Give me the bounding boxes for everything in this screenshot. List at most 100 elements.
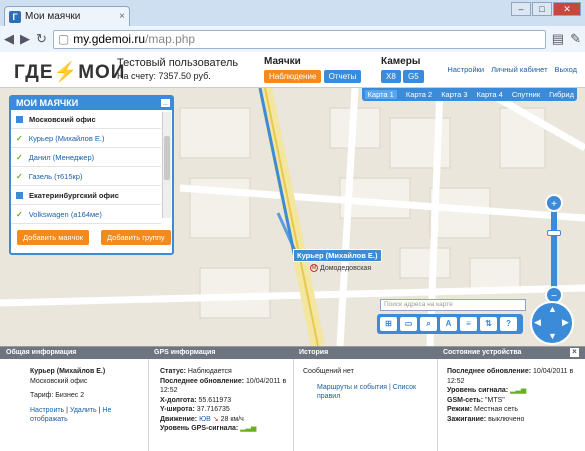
device-tariff: Тариф: Бизнес 2	[30, 392, 85, 399]
search-address-icon[interactable]: A	[440, 317, 457, 331]
history-links[interactable]: Маршруты и события | Список правил	[303, 383, 433, 402]
history-text: Сообщений нет	[303, 368, 354, 375]
item-label: Газель (т615кр)	[28, 171, 83, 181]
list-item[interactable]: ✓ Volkswagen (а164ме)	[11, 205, 161, 224]
logo[interactable]: ГДЕ⚡МОИ	[14, 60, 125, 84]
group-row[interactable]: Екатеринбургский офис	[11, 186, 161, 205]
minimize-button[interactable]: –	[511, 2, 531, 16]
pan-right-icon[interactable]: ▶	[562, 317, 569, 328]
move-direction: ЮВ	[199, 415, 211, 423]
tab-close-icon[interactable]: ×	[119, 11, 125, 22]
dev-signal-icon: ▂▃▅	[510, 387, 527, 394]
beacons-title: Маячки	[264, 56, 301, 67]
cameras-section: Камеры X8 G5	[381, 56, 424, 83]
pan-control[interactable]: ▲ ▼ ◀ ▶	[530, 301, 574, 345]
vehicle-marker-label[interactable]: Курьер (Михайлов Е.)	[293, 249, 382, 262]
user-name: Тестовый пользователь	[117, 57, 239, 69]
user-info: Тестовый пользователь На счету: 7357.50 …	[117, 57, 238, 81]
item-label: Курьер (Михайлов Е.)	[28, 133, 105, 143]
tab-satellite[interactable]: Спутник	[512, 90, 540, 99]
reload-icon[interactable]: ↻	[36, 31, 47, 47]
add-group-button[interactable]: Добавить группу	[100, 230, 171, 245]
general-info-header: Общая информация	[6, 349, 77, 356]
mode-value: Местная сеть	[474, 406, 519, 413]
device-office: Московский офис	[30, 377, 88, 385]
forward-icon[interactable]: ▶	[20, 31, 30, 47]
pan-down-icon[interactable]: ▼	[548, 331, 557, 341]
tab-map2[interactable]: Карта 2	[406, 90, 432, 99]
gps-signal-label: Уровень GPS-сигнала:	[160, 425, 239, 432]
info-bar: Общая информация GPS информация История …	[0, 346, 585, 451]
panel-scrollbar[interactable]	[162, 112, 171, 218]
mode-label: Режим:	[447, 406, 473, 413]
logout-link[interactable]: Выход	[555, 65, 577, 74]
traffic-icon[interactable]: ⇅	[480, 317, 497, 331]
panel-title-text: МОИ МАЯЧКИ	[16, 98, 79, 108]
pan-up-icon[interactable]: ▲	[548, 304, 557, 314]
settings-link[interactable]: Настройки	[447, 65, 484, 74]
gps-info: Статус: Наблюдается Последнее обновление…	[160, 367, 290, 434]
close-info-icon[interactable]: ×	[570, 348, 579, 357]
check-icon[interactable]: ✓	[16, 134, 23, 143]
browser-chrome: Г Мои маячки × – □ ✕ ◀ ▶ ↻ ▢ my.gdemoi.r…	[0, 0, 585, 52]
beacons-section: Маячки Наблюдение Отчеты	[264, 56, 362, 83]
reports-button[interactable]: Отчеты	[323, 70, 362, 83]
scroll-thumb[interactable]	[164, 136, 170, 180]
check-icon[interactable]: ✓	[16, 153, 23, 162]
tab-hybrid[interactable]: Гибрид	[549, 90, 574, 99]
metro-icon: M	[310, 264, 318, 272]
history-info: Сообщений нет Маршруты и события | Списо…	[303, 367, 433, 402]
tab-title: Мои маячки	[25, 11, 81, 22]
pan-left-icon[interactable]: ◀	[534, 317, 541, 328]
close-window-button[interactable]: ✕	[553, 2, 581, 16]
history-header: История	[299, 349, 329, 356]
url-input[interactable]: ▢ my.gdemoi.ru/map.php	[52, 29, 546, 49]
signal-bars-icon: ▂▃▅	[240, 425, 257, 432]
list-item[interactable]: ✓ Газель (т615кр)	[11, 167, 161, 186]
group-icon	[16, 191, 23, 199]
page-menu-icon[interactable]: ▤	[552, 31, 564, 47]
device-state-header: Состояние устройства	[443, 349, 522, 356]
zoom-slider-knob[interactable]	[547, 230, 561, 236]
configure-link[interactable]: Настроить	[30, 407, 64, 414]
observe-button[interactable]: Наблюдение	[264, 70, 322, 83]
move-label: Движение:	[160, 415, 198, 423]
zoom-area-icon[interactable]: ⌕	[420, 317, 437, 331]
gps-info-header: GPS информация	[154, 349, 216, 356]
camera-g5-button[interactable]: G5	[403, 70, 424, 83]
maximize-button[interactable]: □	[532, 2, 552, 16]
scale-tool-icon[interactable]: ⊞	[380, 317, 397, 331]
cabinet-link[interactable]: Личный кабинет	[491, 65, 547, 74]
browser-tab[interactable]: Г Мои маячки ×	[4, 6, 130, 26]
minimize-panel-icon[interactable]: _	[161, 98, 170, 107]
tab-map1[interactable]: Карта 1	[364, 90, 397, 99]
cameras-title: Камеры	[381, 56, 421, 67]
list-item[interactable]: ✓ Курьер (Михайлов Е.)	[11, 129, 161, 148]
layers-icon[interactable]: ≡	[460, 317, 477, 331]
user-balance: На счету: 7357.50 руб.	[117, 71, 211, 81]
updated-label: Последнее обновление:	[160, 377, 245, 385]
tab-map3[interactable]: Карта 3	[441, 90, 467, 99]
group-row[interactable]: Московский офис	[11, 110, 161, 129]
map-search-input[interactable]: Поиск адреса на карте	[380, 299, 526, 311]
camera-x8-button[interactable]: X8	[381, 70, 401, 83]
ruler-tool-icon[interactable]: ▭	[400, 317, 417, 331]
zoom-in-icon[interactable]: +	[545, 194, 563, 212]
tab-map4[interactable]: Карта 4	[477, 90, 503, 99]
gsm-value: "MTS"	[485, 396, 505, 404]
delete-link[interactable]: Удалить	[70, 407, 97, 414]
check-icon[interactable]: ✓	[16, 210, 23, 219]
wrench-icon[interactable]: ✎	[570, 31, 581, 47]
ignition-value: выключено	[488, 415, 525, 423]
list-item[interactable]: ✓ Данил (Менеджер)	[11, 148, 161, 167]
back-icon[interactable]: ◀	[4, 31, 14, 47]
site-header: ГДЕ⚡МОИ Тестовый пользователь На счету: …	[0, 52, 585, 88]
add-beacon-button[interactable]: Добавить маячок	[17, 230, 89, 245]
zoom-rail[interactable]	[551, 206, 557, 292]
help-icon[interactable]: ?	[500, 317, 517, 331]
item-label: Данил (Менеджер)	[28, 152, 95, 162]
metro-name: Домодедовская	[320, 264, 372, 272]
metro-label: M Домодедовская	[310, 264, 371, 272]
check-icon[interactable]: ✓	[16, 172, 23, 181]
zoom-control: + −	[545, 194, 563, 304]
